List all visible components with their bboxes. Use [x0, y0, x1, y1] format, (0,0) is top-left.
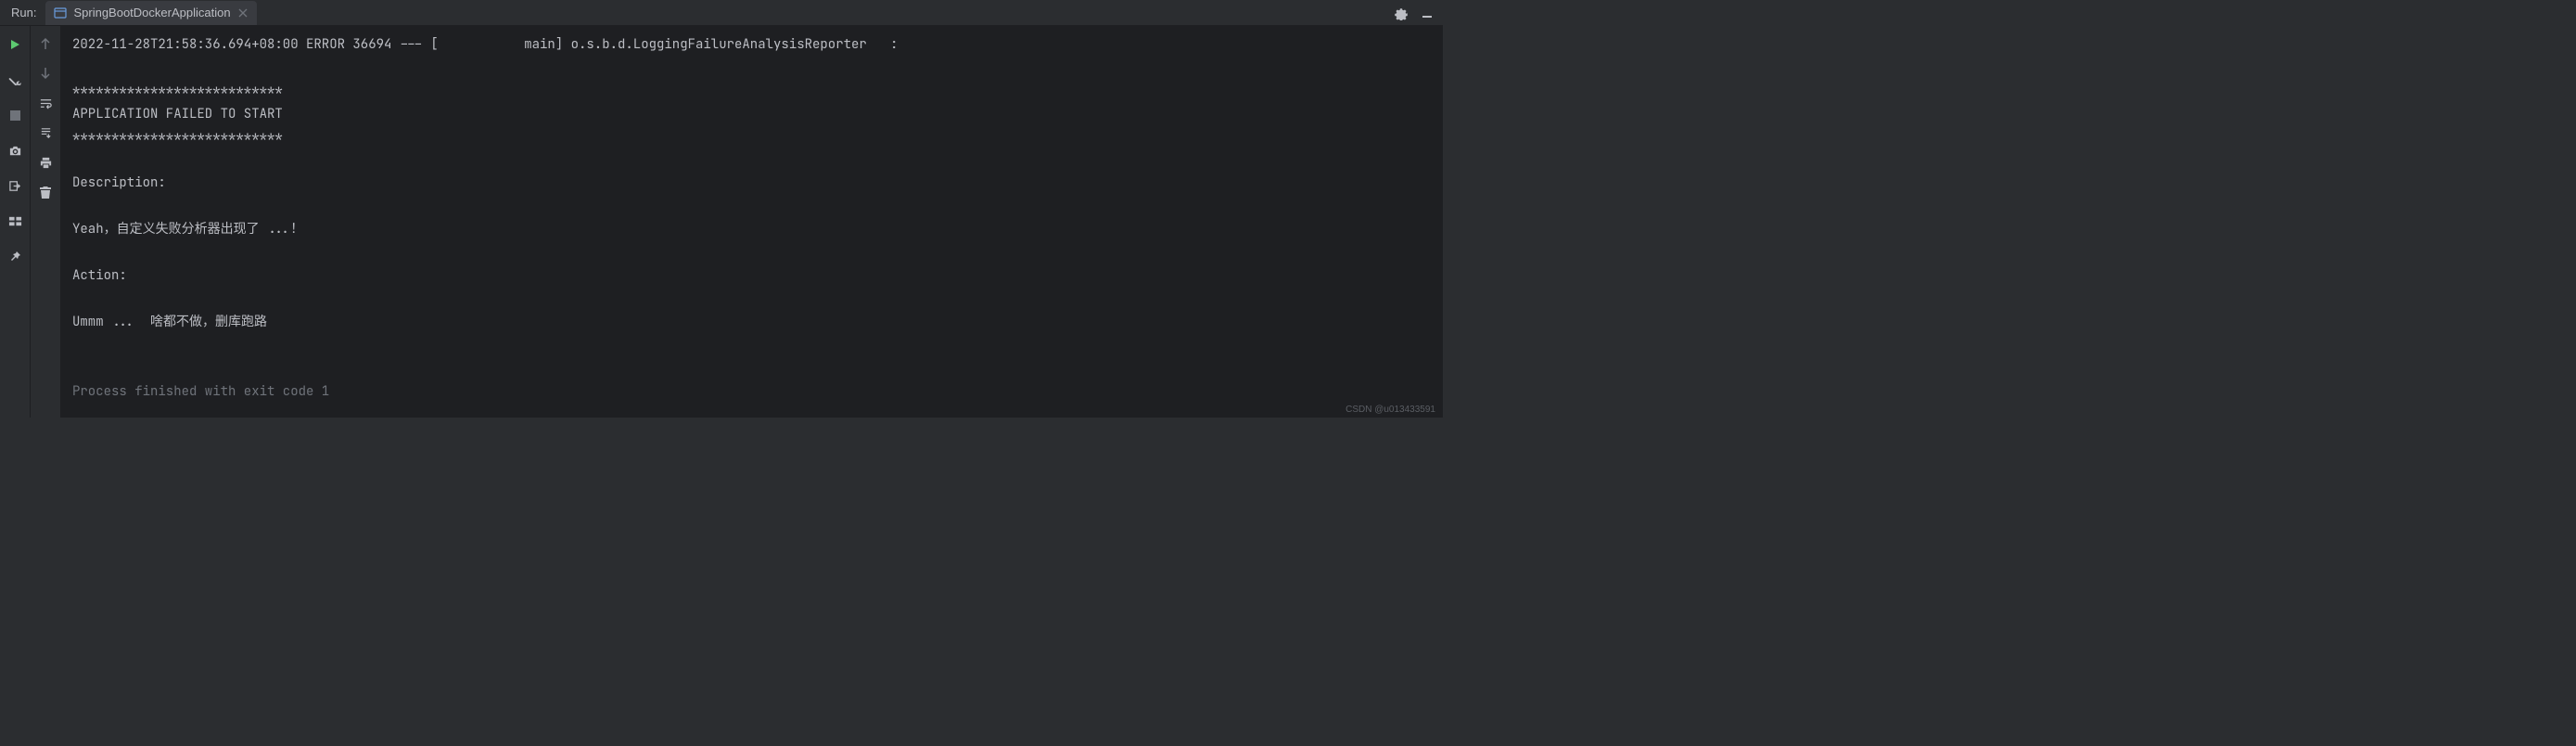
- application-icon: [53, 6, 68, 20]
- camera-icon[interactable]: [6, 141, 24, 160]
- trash-icon[interactable]: [37, 184, 54, 200]
- log-line: ***************************: [72, 129, 283, 146]
- main-area: 2022-11-28T21:58:36.694+08:00 ERROR 3669…: [0, 26, 1443, 418]
- scroll-to-end-icon[interactable]: [37, 124, 54, 141]
- log-line: APPLICATION FAILED TO START: [72, 106, 283, 122]
- gear-icon[interactable]: [1393, 5, 1409, 21]
- soft-wrap-icon[interactable]: [37, 95, 54, 111]
- console-output[interactable]: 2022-11-28T21:58:36.694+08:00 ERROR 3669…: [61, 26, 1443, 418]
- arrow-down-icon[interactable]: [37, 65, 54, 82]
- log-line: 2022-11-28T21:58:36.694+08:00 ERROR 3669…: [72, 36, 898, 53]
- left-toolbar: [0, 26, 31, 418]
- layout-icon[interactable]: [6, 212, 24, 230]
- run-icon[interactable]: [6, 35, 24, 54]
- sub-toolbar: [31, 26, 61, 418]
- stop-icon[interactable]: [6, 106, 24, 124]
- exit-code-line: Process finished with exit code 1: [72, 383, 329, 400]
- print-icon[interactable]: [37, 154, 54, 171]
- arrow-up-icon[interactable]: [37, 35, 54, 52]
- log-line: Yeah，自定义失败分析器出现了 ...！: [72, 221, 303, 238]
- run-label: Run:: [4, 6, 44, 19]
- log-line: Action:: [72, 267, 127, 284]
- run-tab[interactable]: SpringBootDockerApplication: [45, 1, 256, 25]
- header-right: [1393, 5, 1443, 21]
- tab-label: SpringBootDockerApplication: [73, 6, 230, 19]
- log-line: ***************************: [72, 83, 283, 99]
- log-line: Description:: [72, 174, 166, 191]
- minimize-icon[interactable]: [1419, 5, 1435, 21]
- close-icon[interactable]: [236, 6, 249, 19]
- tab-bar: Run: SpringBootDockerApplication: [0, 0, 1443, 26]
- watermark: CSDN @u013433591: [1345, 405, 1435, 415]
- wrench-icon[interactable]: [6, 71, 24, 89]
- exit-icon[interactable]: [6, 176, 24, 195]
- pin-icon[interactable]: [6, 247, 24, 265]
- log-line: Ummm ... 啥都不做，删库跑路: [72, 314, 267, 330]
